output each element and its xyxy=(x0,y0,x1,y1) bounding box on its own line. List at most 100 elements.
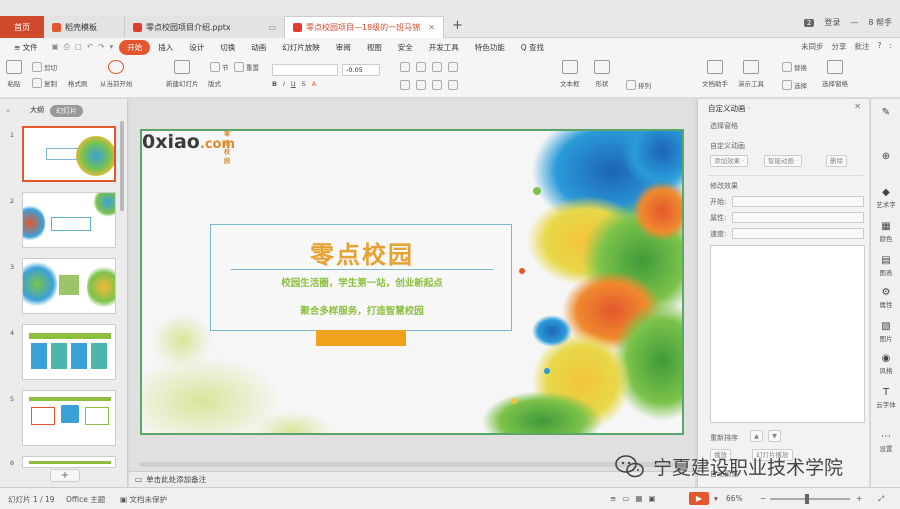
add-effect-button[interactable]: 添加效果 · xyxy=(710,155,749,167)
reset-button[interactable]: 重置 xyxy=(234,62,259,72)
rail-style-button[interactable]: ◉ 风格 xyxy=(871,353,900,375)
help-button[interactable]: ? xyxy=(877,41,881,52)
menu-find[interactable]: Q 查找 xyxy=(513,42,552,53)
tab-document-1[interactable]: 零点校园项目介绍.pptx ▭ xyxy=(124,16,284,38)
close-pane-icon[interactable]: ✕ xyxy=(854,102,861,111)
justify-icon[interactable] xyxy=(448,80,458,90)
outdent-icon[interactable] xyxy=(448,62,458,72)
select-pane-link[interactable]: 选择窗格 xyxy=(710,121,738,131)
select-button[interactable]: 选择 xyxy=(782,80,807,90)
numbering-icon[interactable] xyxy=(416,62,426,72)
zoom-level[interactable]: 66% xyxy=(726,494,743,503)
helper-button[interactable]: 8 帮手 xyxy=(868,17,892,28)
rail-settings-button[interactable]: ⋯ 设置 xyxy=(871,431,900,453)
align-left-icon[interactable] xyxy=(400,80,410,90)
rail-edit-button[interactable]: ✎ xyxy=(871,107,900,119)
menu-design[interactable]: 设计 xyxy=(181,42,212,53)
replace-button[interactable]: 替换 xyxy=(782,62,807,72)
align-right-icon[interactable] xyxy=(432,80,442,90)
file-menu[interactable]: ≡ 文件 xyxy=(6,42,46,53)
tab-docer-templates[interactable]: 稻壳模板 xyxy=(44,16,124,38)
start-from-current-button[interactable]: 从当前开始 xyxy=(100,60,133,88)
rail-wordart-button[interactable]: ◆ 艺术字 xyxy=(871,187,900,209)
zoom-in-button[interactable]: + xyxy=(856,494,862,503)
collapse-icon[interactable]: « xyxy=(6,107,10,115)
new-slide-button[interactable]: 新建幻灯片 xyxy=(166,60,199,88)
play-slideshow-button[interactable]: ▶ xyxy=(689,492,709,505)
underline-button[interactable]: U xyxy=(291,80,296,88)
redo-icon[interactable]: ↷ xyxy=(98,42,104,52)
menu-insert[interactable]: 插入 xyxy=(150,42,181,53)
zoom-slider-handle[interactable] xyxy=(805,494,809,504)
font-size-input[interactable]: -0.05 xyxy=(342,64,380,76)
comment-button[interactable]: 批注 xyxy=(854,41,869,52)
menu-slideshow[interactable]: 幻灯片放映 xyxy=(274,42,328,53)
slide-thumbnail-2[interactable] xyxy=(22,192,116,248)
delete-button[interactable]: 删除 xyxy=(826,155,847,167)
doc-helper-button[interactable]: 文档助手 xyxy=(702,60,728,88)
tab-document-2[interactable]: 零点校园项目—18级的一班马锦 ✕ xyxy=(284,16,444,38)
cut-button[interactable]: 剪切 xyxy=(32,62,57,72)
menu-dev-tools[interactable]: 开发工具 xyxy=(421,42,467,53)
doc-protect-status[interactable]: ▣ 文档未保护 xyxy=(120,494,167,505)
slide-thumbnail-3[interactable] xyxy=(22,258,116,314)
slide-thumbnail-4[interactable] xyxy=(22,324,116,380)
section-button[interactable]: 节 xyxy=(210,62,229,72)
zoom-slider[interactable] xyxy=(770,498,850,500)
format-painter-button[interactable]: 格式刷 xyxy=(68,78,88,88)
menu-special[interactable]: 特色功能 xyxy=(467,42,513,53)
move-up-button[interactable]: ▲ xyxy=(750,430,763,442)
menu-start[interactable]: 开始 xyxy=(119,39,151,55)
select-pane-button[interactable]: 选择窗格 xyxy=(822,60,848,88)
more-icon[interactable]: ▾ xyxy=(109,42,113,52)
rail-color-button[interactable]: ▦ 颜色 xyxy=(871,221,900,243)
layout-button[interactable]: 版式 xyxy=(208,78,221,88)
speed-select[interactable] xyxy=(732,228,864,239)
strike-button[interactable]: S xyxy=(302,80,306,88)
font-color-button[interactable]: A xyxy=(312,80,316,88)
minimize-icon[interactable]: — xyxy=(850,18,858,27)
bold-button[interactable]: B xyxy=(272,80,277,88)
bullets-icon[interactable] xyxy=(400,62,410,72)
rail-cloud-font-button[interactable]: T 云字体 xyxy=(871,387,900,409)
undo-icon[interactable]: ↶ xyxy=(87,42,93,52)
tab-home[interactable]: 首页 xyxy=(0,16,44,38)
smart-animation-button[interactable]: 智能动画 · xyxy=(764,155,803,167)
fit-window-button[interactable]: ⤢ xyxy=(878,494,884,504)
title-textbox[interactable]: 零点校园 校园生活圈，学生第一站，创业新起点 聚合多样服务，打造智慧校园 xyxy=(210,224,512,331)
paste-button[interactable]: 粘贴 xyxy=(6,60,22,88)
sync-button[interactable]: 未同步 xyxy=(801,41,824,52)
tab-outline[interactable]: 大纲 xyxy=(30,105,44,117)
slide-thumbnail-6[interactable] xyxy=(22,456,116,468)
menu-review[interactable]: 审阅 xyxy=(328,42,359,53)
close-icon[interactable]: ✕ xyxy=(428,23,435,32)
save-icon[interactable]: ▣ xyxy=(52,42,59,52)
italic-button[interactable]: I xyxy=(283,80,285,88)
textbox-button[interactable]: 文本框 xyxy=(560,60,580,88)
play-dropdown-icon[interactable]: ▾ xyxy=(714,494,718,503)
print-icon[interactable]: ⎙ xyxy=(64,42,70,52)
notes-pane[interactable]: ▭ 单击此处添加备注 xyxy=(129,471,695,487)
arrange-button[interactable]: 排列 xyxy=(626,80,651,90)
move-down-button[interactable]: ▼ xyxy=(768,430,781,442)
new-tab-button[interactable]: + xyxy=(452,18,463,33)
slide-thumbnail-5[interactable] xyxy=(22,390,116,446)
copy-button[interactable]: 复制 xyxy=(32,78,57,88)
share-button[interactable]: 分享 xyxy=(831,41,846,52)
tab-slides[interactable]: 幻灯片 xyxy=(50,105,83,117)
preview-icon[interactable]: ▢ xyxy=(75,42,82,52)
start-select[interactable] xyxy=(732,196,864,207)
panel-scrollbar[interactable] xyxy=(120,121,124,211)
slide-thumbnail-1[interactable] xyxy=(22,126,116,182)
rail-chart-button[interactable]: ▤ 图表 xyxy=(871,255,900,277)
align-center-icon[interactable] xyxy=(416,80,426,90)
property-select[interactable] xyxy=(732,212,864,223)
pane-title[interactable]: 自定义动画 · xyxy=(708,103,750,114)
menu-security[interactable]: 安全 xyxy=(390,42,421,53)
menu-transition[interactable]: 切换 xyxy=(212,42,243,53)
present-tool-button[interactable]: 演示工具 xyxy=(738,60,764,88)
shapes-button[interactable]: 形状 xyxy=(594,60,610,88)
slide-canvas[interactable]: 0xiao.com 零点校园 零点校园 校园生活圈，学生第一站，创业新起点 聚合… xyxy=(140,129,684,435)
font-family-select[interactable] xyxy=(272,64,338,76)
zoom-out-button[interactable]: − xyxy=(760,494,766,503)
